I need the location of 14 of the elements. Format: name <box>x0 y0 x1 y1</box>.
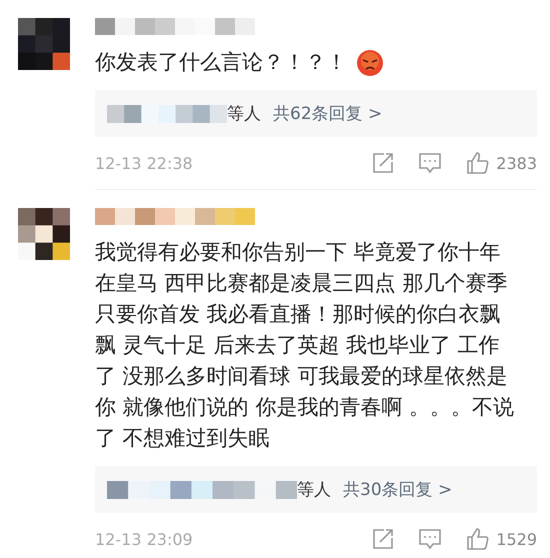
thumbs-up-icon[interactable] <box>466 527 490 551</box>
comment-text: 我觉得有必要和你告别一下 毕竟爱了你十年在皇马 西甲比赛都是凌晨三四点 那几个赛季只要你首发 我必看直播！那时候的你白衣飘飘 灵气十足 后来去了英超 我也毕业了 工作了 没那么多时间看球 可我最爱的球星依然是你 就像他们说的 你是我的青春啊 。。。不说了 不想难过到失眠 <box>95 239 516 452</box>
share-icon[interactable] <box>372 528 394 550</box>
comment-time: 12-13 22:38 <box>95 154 194 172</box>
comment-icon[interactable] <box>418 528 442 550</box>
comment-icon[interactable] <box>418 152 442 174</box>
share-icon[interactable] <box>372 152 394 174</box>
like-count: 2383 <box>496 154 537 172</box>
replies-bar[interactable]: 等人 共30条回复 > <box>95 466 537 513</box>
comment-time: 12-13 23:09 <box>95 530 194 548</box>
thumbs-up-icon[interactable] <box>466 151 490 175</box>
like-count: 1529 <box>496 530 537 548</box>
replies-bar[interactable]: 等人 共62条回复 > <box>95 90 537 137</box>
comment-text: 你发表了什么言论？！？！ <box>95 49 347 76</box>
